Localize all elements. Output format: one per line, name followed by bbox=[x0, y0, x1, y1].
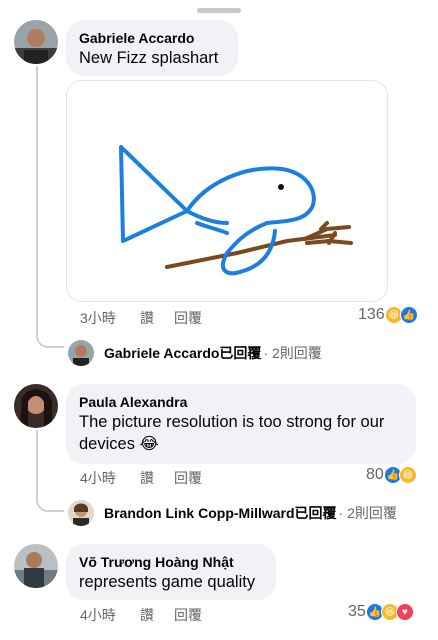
comment-bubble[interactable]: Paula Alexandra The picture resolution i… bbox=[66, 384, 416, 464]
reaction-count: 35 bbox=[348, 603, 366, 620]
comment-bubble[interactable]: Võ Trương Hoàng Nhật represents game qua… bbox=[66, 544, 276, 600]
comment-time[interactable]: 3小時 bbox=[80, 308, 140, 328]
reply-author: Brandon Link Copp-Millward bbox=[104, 505, 295, 521]
comment-bubble[interactable]: Gabriele Accardo New Fizz splashart bbox=[66, 20, 238, 76]
like-action[interactable]: 讚 bbox=[140, 308, 174, 328]
avatar[interactable] bbox=[14, 20, 58, 64]
reply-action[interactable]: 回覆 bbox=[174, 605, 202, 625]
haha-reaction-icon: 😆 bbox=[398, 466, 417, 484]
thread-connector bbox=[36, 430, 64, 512]
like-action[interactable]: 讚 bbox=[140, 468, 174, 488]
reply-author: Gabriele Accardo bbox=[104, 345, 220, 361]
comment-meta: 4小時 讚 回覆 bbox=[80, 468, 202, 488]
reactions-summary[interactable]: 35 👍 😆 ♥ bbox=[348, 603, 414, 621]
comment-meta: 4小時 讚 回覆 bbox=[80, 605, 202, 625]
comment-author[interactable]: Gabriele Accardo bbox=[79, 29, 225, 47]
comment-text: The picture resolution is too strong for… bbox=[79, 413, 385, 453]
view-replies-link[interactable]: Gabriele Accardo 已回覆 · 2則回覆 bbox=[68, 340, 322, 366]
avatar[interactable] bbox=[14, 544, 58, 588]
reply-verb: 已回覆 bbox=[294, 505, 337, 521]
comment-time[interactable]: 4小時 bbox=[80, 468, 140, 488]
comment-image[interactable] bbox=[66, 80, 388, 302]
avatar bbox=[68, 340, 94, 366]
thread-connector bbox=[36, 66, 64, 348]
reactions-summary[interactable]: 80 👍 😆 bbox=[366, 466, 417, 484]
comment-time[interactable]: 4小時 bbox=[80, 605, 140, 625]
avatar[interactable] bbox=[14, 384, 58, 428]
reply-action[interactable]: 回覆 bbox=[174, 308, 202, 328]
reply-count: · 2則回覆 bbox=[263, 345, 322, 361]
comment-meta: 3小時 讚 回覆 bbox=[80, 308, 202, 328]
sheet-grabber[interactable] bbox=[197, 8, 241, 13]
like-reaction-icon: 👍 bbox=[399, 306, 418, 324]
comment-text: New Fizz splashart bbox=[79, 49, 219, 67]
reactions-summary[interactable]: 136 😆 👍 bbox=[358, 306, 418, 324]
view-replies-link[interactable]: Brandon Link Copp-Millward 已回覆 · 2則回覆 bbox=[68, 500, 397, 526]
reaction-count: 136 bbox=[358, 306, 385, 323]
fish-drawing bbox=[119, 145, 353, 276]
reaction-count: 80 bbox=[366, 466, 384, 483]
reply-count: · 2則回覆 bbox=[338, 505, 397, 521]
reply-action[interactable]: 回覆 bbox=[174, 468, 202, 488]
love-reaction-icon: ♥ bbox=[395, 603, 414, 621]
comment-author[interactable]: Võ Trương Hoàng Nhật bbox=[79, 553, 263, 571]
comment-text: represents game quality bbox=[79, 573, 256, 591]
comment-author[interactable]: Paula Alexandra bbox=[79, 393, 403, 411]
avatar bbox=[68, 500, 94, 526]
like-action[interactable]: 讚 bbox=[140, 605, 174, 625]
reply-verb: 已回覆 bbox=[219, 345, 262, 361]
